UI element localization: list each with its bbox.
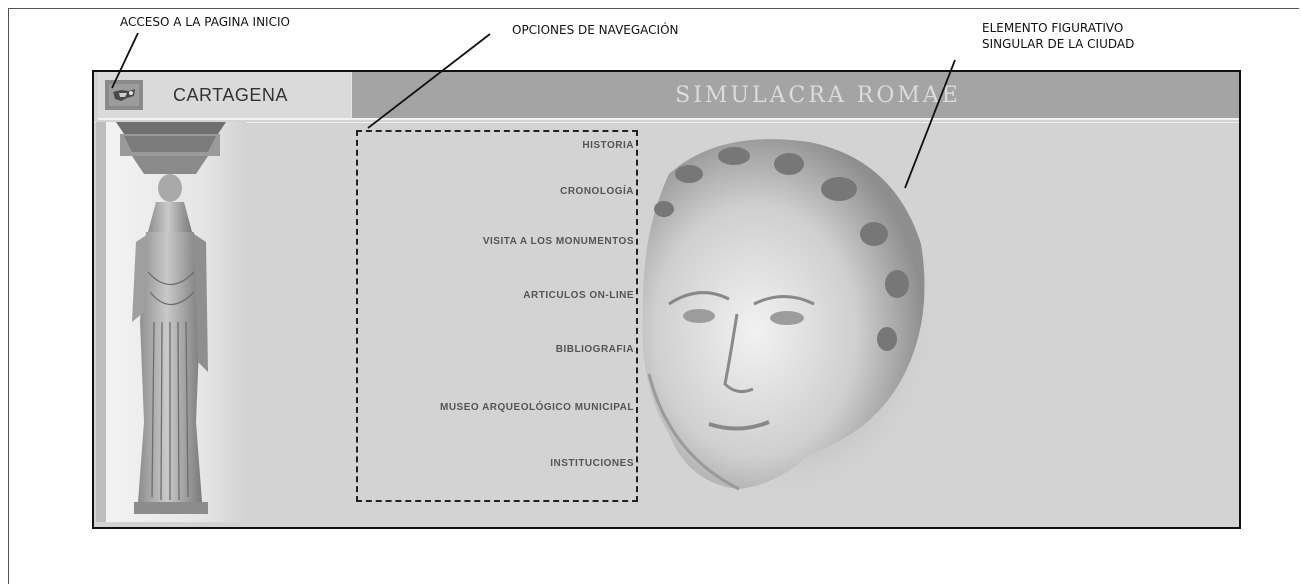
nav-item-museo[interactable]: MUSEO ARQUEOLÓGICO MUNICIPAL bbox=[440, 402, 634, 413]
annotation-figurative-element: ELEMENTO FIGURATIVO SINGULAR DE LA CIUDA… bbox=[982, 20, 1202, 52]
roman-portrait-head-image bbox=[632, 134, 939, 504]
nav-item-historia[interactable]: HISTORIA bbox=[582, 140, 634, 151]
caryatid-statue-image bbox=[96, 122, 246, 522]
nav-item-visita-monumentos[interactable]: VISITA A LOS MONUMENTOS bbox=[483, 236, 634, 247]
annotation-home-access: ACCESO A LA PAGINA INICIO bbox=[120, 15, 290, 29]
nav-item-articulos[interactable]: ARTICULOS ON-LINE bbox=[523, 290, 634, 301]
nav-item-bibliografia[interactable]: BIBLIOGRAFIA bbox=[556, 344, 634, 355]
site-title: SIMULACRA ROMAE bbox=[675, 82, 961, 108]
website-mockup: CARTAGENA SIMULACRA ROMAE HISTORIA CRONO… bbox=[92, 70, 1241, 529]
title-bar: SIMULACRA ROMAE bbox=[351, 72, 1239, 120]
nav-item-instituciones[interactable]: INSTITUCIONES bbox=[550, 458, 634, 469]
annotation-figurative-line2: SINGULAR DE LA CIUDAD bbox=[982, 37, 1135, 51]
annotation-navigation-options: OPCIONES DE NAVEGACIÓN bbox=[512, 23, 679, 37]
site-header: CARTAGENA SIMULACRA ROMAE bbox=[94, 72, 1239, 123]
navigation-menu: HISTORIA CRONOLOGÍA VISITA A LOS MONUMEN… bbox=[356, 130, 638, 502]
annotation-figurative-line1: ELEMENTO FIGURATIVO bbox=[982, 21, 1124, 35]
nav-item-cronologia[interactable]: CRONOLOGÍA bbox=[560, 186, 634, 197]
home-label: CARTAGENA bbox=[173, 84, 288, 105]
city-emblem-icon bbox=[105, 80, 143, 110]
home-link[interactable]: CARTAGENA bbox=[98, 72, 351, 120]
